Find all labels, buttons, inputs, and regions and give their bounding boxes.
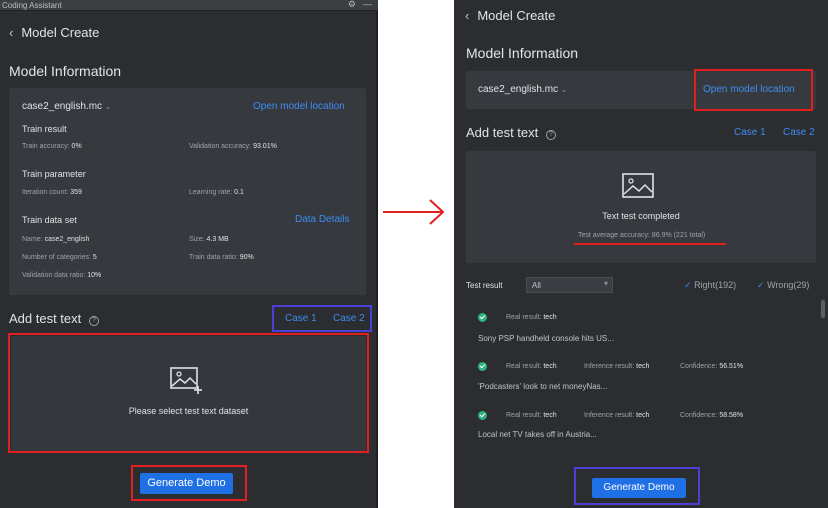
real-result: Real result: tech	[506, 412, 557, 419]
check-icon: ✓	[684, 280, 692, 290]
back-chevron-icon[interactable]: ‹	[465, 8, 469, 23]
highlight-drop-zone	[8, 333, 369, 453]
test-complete-card: Text test completed Test average accurac…	[466, 151, 816, 263]
image-icon	[622, 173, 654, 198]
check-icon: ✓	[757, 280, 765, 290]
learning-rate: Learning rate: 0.1	[189, 189, 244, 196]
page-title: Model Create	[477, 8, 556, 23]
case1-link[interactable]: Case 1	[734, 127, 766, 138]
result-text: 'Podcasters' look to net moneyNas...	[478, 382, 608, 391]
page-header: ‹ Model Create	[9, 25, 99, 40]
model-name-select[interactable]: case2_english.mc ⌄	[478, 84, 568, 95]
validation-data-ratio: Validation data ratio: 10%	[22, 272, 102, 279]
chevron-down-icon: ⌄	[104, 102, 112, 111]
window-titlebar: Coding Assistant ⚙ —	[0, 0, 378, 11]
page-title: Model Create	[21, 25, 100, 40]
iteration-count: Iteration count: 359	[22, 189, 82, 196]
left-panel: Coding Assistant ⚙ — ‹ Model Create Mode…	[0, 0, 378, 508]
category-count: Number of categories: 5	[22, 254, 97, 261]
train-result-title: Train result	[22, 124, 67, 134]
validation-accuracy: Validation accuracy: 93.01%	[189, 143, 277, 150]
inference-result: Inference result: tech	[584, 363, 650, 370]
success-check-icon	[478, 313, 487, 322]
right-panel: ‹ Model Create Model Information case2_e…	[454, 0, 828, 508]
back-chevron-icon[interactable]: ‹	[9, 25, 13, 40]
highlight-open-location	[694, 69, 813, 111]
highlight-case-links	[272, 305, 372, 332]
open-model-location-link[interactable]: Open model location	[253, 101, 345, 112]
right-filter-checkbox[interactable]: ✓ Right(192)	[684, 280, 736, 291]
model-name-select[interactable]: case2_english.mc ⌄	[22, 101, 112, 112]
accuracy-underline	[574, 243, 726, 245]
dataset-size: Size: 4.3 MB	[189, 236, 229, 243]
train-parameter-title: Train parameter	[22, 169, 86, 179]
highlight-generate-button	[574, 467, 700, 505]
list-item[interactable]: Real result: tech Inference result: tech…	[454, 355, 814, 399]
case2-link[interactable]: Case 2	[783, 127, 815, 138]
list-item[interactable]: Real result: tech Sony PSP handheld cons…	[454, 306, 814, 350]
model-info-title: Model Information	[466, 45, 579, 61]
dataset-name: Name: case2_english	[22, 236, 90, 243]
panel-divider	[376, 11, 378, 508]
test-complete-text: Text test completed	[602, 211, 680, 221]
train-data-ratio: Train data ratio: 90%	[189, 254, 254, 261]
confidence: Confidence: 56.51%	[680, 363, 744, 370]
page-header: ‹ Model Create	[465, 8, 555, 23]
scrollbar[interactable]	[821, 300, 825, 318]
gear-icon[interactable]: ⚙	[348, 0, 356, 10]
confidence: Confidence: 58.58%	[680, 412, 744, 419]
train-accuracy: Train accuracy: 0%	[22, 143, 82, 150]
help-icon[interactable]: ?	[88, 316, 99, 326]
model-info-card: case2_english.mc ⌄ Open model location T…	[9, 88, 366, 295]
train-data-set-title: Train data set	[22, 215, 77, 225]
help-icon[interactable]: ?	[545, 130, 556, 140]
success-check-icon	[478, 411, 487, 420]
inference-result: Inference result: tech	[584, 412, 650, 419]
highlight-generate-button	[131, 465, 247, 501]
add-test-title: Add test text ?	[9, 311, 99, 326]
chevron-down-icon: ⌄	[560, 85, 568, 94]
window-title: Coding Assistant	[2, 1, 62, 10]
real-result: Real result: tech	[506, 363, 557, 370]
minimize-icon[interactable]: —	[363, 0, 372, 9]
wrong-filter-checkbox[interactable]: ✓ Wrong(29)	[757, 280, 809, 291]
test-result-label: Test result	[466, 281, 503, 290]
data-details-link[interactable]: Data Details	[295, 214, 349, 225]
result-filter-select[interactable]: All ▾	[526, 277, 613, 293]
model-info-title: Model Information	[9, 63, 122, 79]
add-test-title: Add test text ?	[466, 125, 556, 140]
result-text: Local net TV takes off in Austria...	[478, 430, 597, 439]
real-result: Real result: tech	[506, 314, 557, 321]
chevron-down-icon: ▾	[603, 279, 608, 288]
list-item[interactable]: Real result: tech Inference result: tech…	[454, 405, 814, 449]
test-average-accuracy: Test average accuracy: 86.9% (221 total)	[578, 232, 706, 239]
arrow-right-icon	[383, 199, 445, 225]
result-text: Sony PSP handheld console hits US...	[478, 334, 614, 343]
success-check-icon	[478, 362, 487, 371]
